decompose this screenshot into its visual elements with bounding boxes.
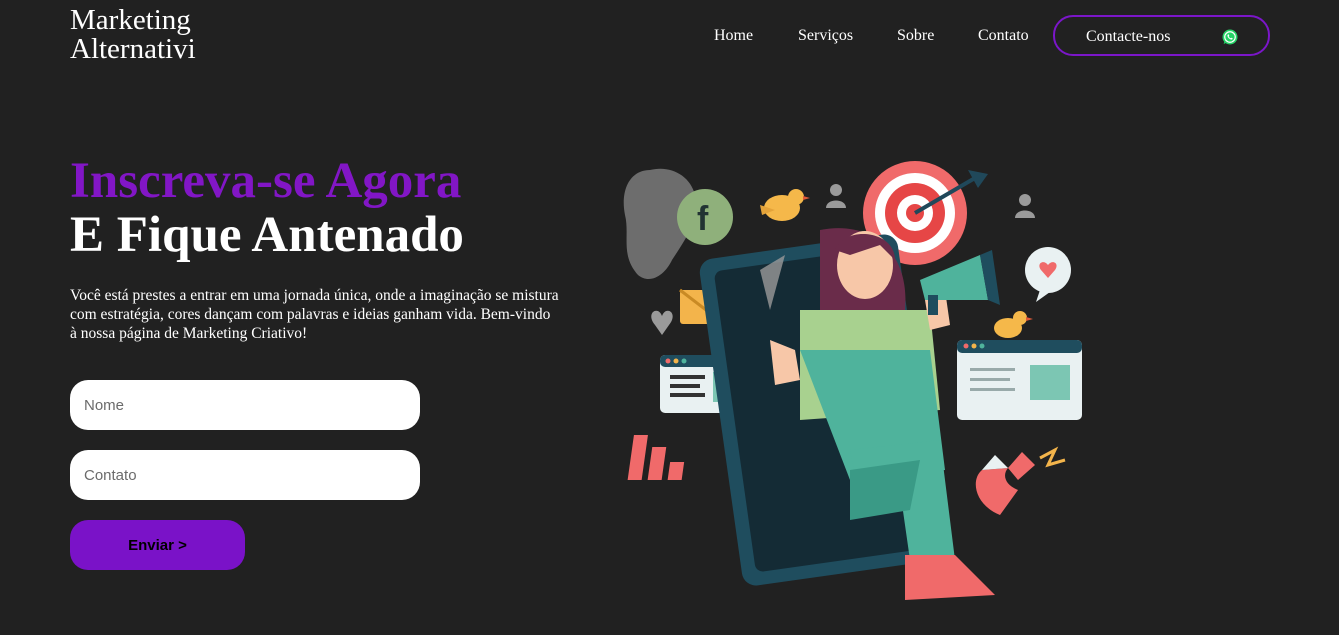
nav-link-contato[interactable]: Contato: [978, 27, 1029, 45]
contact-input[interactable]: [70, 450, 420, 500]
facebook-icon: f: [677, 189, 733, 245]
hero-description: Você está prestes a entrar em uma jornad…: [70, 287, 559, 342]
browser-window-right: [957, 340, 1082, 420]
bird-icon-right: [994, 311, 1033, 338]
hero-title: E Fique Antenado: [70, 207, 464, 263]
marketing-illustration: f: [623, 161, 1082, 600]
svg-text:f: f: [697, 200, 709, 238]
logo[interactable]: Marketing Alternativi: [70, 6, 250, 64]
nav-link-home[interactable]: Home: [714, 27, 753, 45]
nav-link-servicos[interactable]: Serviços: [798, 27, 853, 45]
name-input[interactable]: [70, 380, 420, 430]
contact-button[interactable]: Contacte-nos: [1053, 15, 1270, 56]
logo-line2: Alternativi: [70, 33, 196, 65]
heart-bubble-icon: [1025, 247, 1071, 302]
contact-button-label: Contacte-nos: [1086, 28, 1171, 45]
bar-chart-icon: [627, 435, 685, 480]
heart-icon: [651, 310, 673, 335]
hero-title-highlight: Inscreva-se Agora: [70, 153, 462, 209]
magnet-icon: [975, 446, 1066, 515]
submit-button[interactable]: Enviar >: [70, 520, 245, 570]
nav-link-sobre[interactable]: Sobre: [897, 27, 934, 45]
bird-icon: [760, 189, 810, 221]
whatsapp-icon: [1222, 29, 1238, 45]
logo-line1: Marketing: [70, 4, 191, 36]
